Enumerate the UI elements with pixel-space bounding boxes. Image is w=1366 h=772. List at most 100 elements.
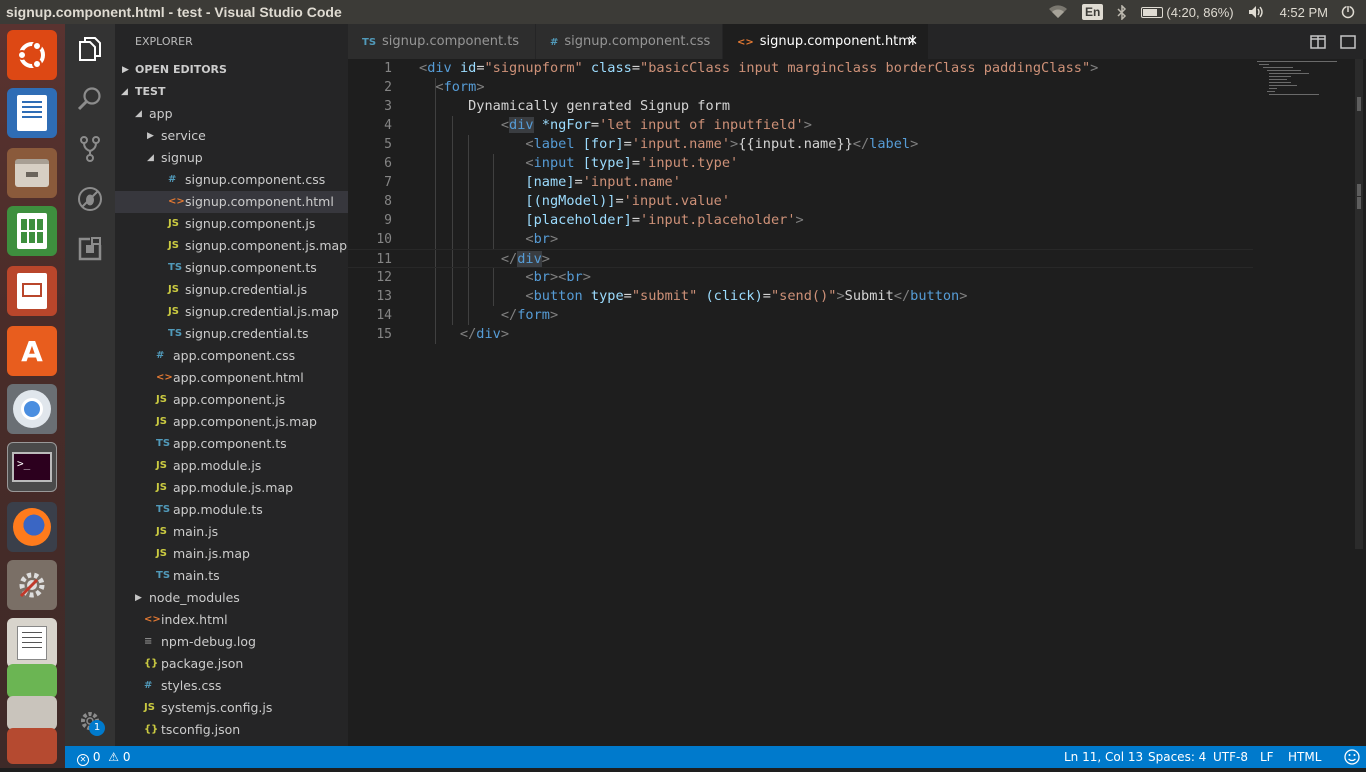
system-settings-icon[interactable] [7,560,57,610]
close-all-icon[interactable] [1340,34,1356,49]
code-line[interactable]: 3 Dynamically genrated Signup form [348,97,1253,116]
tree-file[interactable]: JS signup.credential.js [115,279,348,301]
open-editors-header[interactable]: ▶ OPEN EDITORS [115,59,348,81]
code-line[interactable]: 10 <br> [348,230,1253,249]
cursor-position[interactable]: Ln 11, Col 13 [1064,746,1143,768]
code-token: 'input.placeholder' [640,212,796,228]
code-token: = [623,288,632,304]
code-line[interactable]: 1 <div id="signupform" class="basicClass … [348,59,1253,78]
keyboard-layout[interactable]: En [1082,4,1104,20]
extensions-icon[interactable] [65,224,115,274]
chromium-icon[interactable] [7,384,57,434]
close-icon[interactable]: ✕ [907,24,918,59]
code-line[interactable]: 6 <input [type]='input.type' [348,154,1253,173]
code-token: > [549,231,559,247]
battery-indicator[interactable]: (4:20, 86%) [1141,5,1234,20]
files-icon[interactable] [65,24,115,74]
tree-file[interactable]: <> app.component.html [115,367,348,389]
tree-item-label: signup.component.css [185,172,326,187]
power-icon[interactable] [1340,5,1356,23]
libreoffice-calc-icon[interactable] [7,206,57,256]
tree-file[interactable]: JS app.component.js.map [115,411,348,433]
software-center-icon[interactable]: A [7,326,57,376]
tree-file[interactable]: ≡ npm-debug.log [115,631,348,653]
gear-icon[interactable]: 1 [65,696,115,746]
tree-file[interactable]: JS main.js.map [115,543,348,565]
volume-icon[interactable] [1248,5,1266,19]
tree-file[interactable]: TS app.component.ts [115,433,348,455]
minimap[interactable] [1253,59,1353,99]
ubuntu-dash-icon[interactable] [7,30,57,80]
tab-signup-component-html[interactable]: <> signup.component.html ✕ [723,24,928,59]
files-manager-icon[interactable] [7,148,57,198]
code-line[interactable]: 13 <button type="submit" (click)="send()… [348,287,1253,306]
tree-file[interactable]: {} tsconfig.json [115,719,348,741]
tree-file[interactable]: JS app.module.js [115,455,348,477]
tree-file[interactable]: JS systemjs.config.js [115,697,348,719]
tree-file[interactable]: {} package.json [115,653,348,675]
code-line[interactable]: 11 </div> [348,249,1253,268]
unity-launcher: A >_ [0,24,65,768]
text-editor-icon[interactable] [7,618,57,668]
libreoffice-impress-icon[interactable] [7,266,57,316]
editor-tabs: TS signup.component.ts # signup.component.… [348,24,1366,59]
tree-file[interactable]: # styles.css [115,675,348,697]
end-of-line[interactable]: LF [1260,746,1274,768]
shotwell-icon[interactable] [7,728,57,764]
terminal-icon[interactable]: >_ [7,442,57,492]
code-line[interactable]: 9 [placeholder]='input.placeholder'> [348,211,1253,230]
tree-file[interactable]: TS signup.component.ts [115,257,348,279]
tree-file[interactable]: JS signup.component.js [115,213,348,235]
indentation[interactable]: Spaces: 4 [1148,746,1206,768]
tree-folder[interactable]: ▶ node_modules [115,587,348,609]
tree-file[interactable]: <> index.html [115,609,348,631]
tree-file[interactable]: TS main.ts [115,565,348,587]
tree-folder[interactable]: ◢ app [115,103,348,125]
tree-file[interactable]: <> signup.component.html [115,191,348,213]
tab-signup-component-ts[interactable]: TS signup.component.ts [348,24,535,59]
code-token: "send()" [770,288,837,304]
code-line[interactable]: 5 <label [for]='input.name'>{{input.name… [348,135,1253,154]
tree-folder[interactable]: ▶ service [115,125,348,147]
split-editor-icon[interactable] [1310,34,1326,49]
firefox-icon[interactable] [7,502,57,552]
wifi-icon[interactable] [1048,5,1068,19]
tree-file[interactable]: JS app.module.js.map [115,477,348,499]
activity-bar: 1 [65,24,115,746]
clock[interactable]: 4:52 PM [1280,5,1328,20]
libreoffice-writer-icon[interactable] [7,88,57,138]
code-token: </ [500,307,518,323]
language-mode[interactable]: HTML [1288,746,1321,768]
search-icon[interactable] [65,74,115,124]
project-header[interactable]: ◢ TEST [115,81,348,103]
vertical-scrollbar[interactable] [1352,59,1366,746]
workspace-icon[interactable] [7,696,57,730]
code-line[interactable]: 2 <form> [348,78,1253,97]
tree-file[interactable]: JS main.js [115,521,348,543]
encoding[interactable]: UTF-8 [1213,746,1248,768]
code-line[interactable]: 12 <br><br> [348,268,1253,287]
tree-file[interactable]: # signup.component.css [115,169,348,191]
bluetooth-icon[interactable] [1117,4,1127,20]
tab-signup-component-css[interactable]: # signup.component.css [536,24,722,59]
tree-file[interactable]: JS signup.credential.js.map [115,301,348,323]
code-line[interactable]: 15 </div> [348,325,1253,344]
source-control-icon[interactable] [65,124,115,174]
tree-file[interactable]: # app.component.css [115,345,348,367]
trash-stack-icon[interactable] [7,664,57,698]
debug-icon[interactable] [65,174,115,224]
tree-file[interactable]: TS signup.credential.ts [115,323,348,345]
tree-file[interactable]: JS app.component.js [115,389,348,411]
code-text: [name]='input.name' [419,173,681,192]
code-line[interactable]: 14 </form> [348,306,1253,325]
tree-file[interactable]: TS app.module.ts [115,499,348,521]
code-line[interactable]: 7 [name]='input.name' [348,173,1253,192]
tree-folder[interactable]: ◢ signup [115,147,348,169]
code-editor[interactable]: 1 <div id="signupform" class="basicClass … [348,59,1366,746]
problems-indicator[interactable]: ✕ 0 ⚠ 0 [77,746,131,768]
tree-file[interactable]: JS signup.component.js.map [115,235,348,257]
code-line[interactable]: 4 <div *ngFor='let input of inputfield'> [348,116,1253,135]
code-line[interactable]: 8 [(ngModel)]='input.value' [348,192,1253,211]
